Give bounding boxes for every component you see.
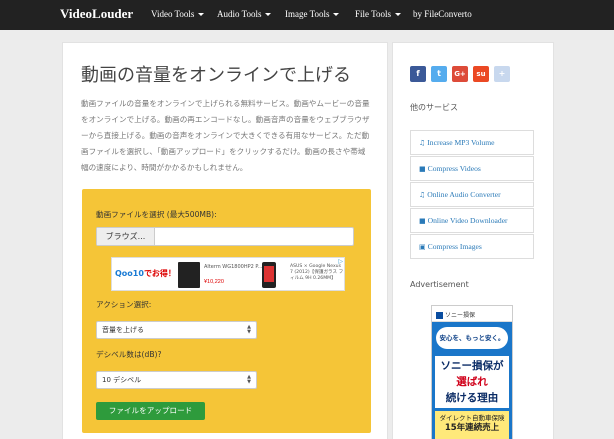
- sony-logo: ソニー損保: [436, 310, 475, 319]
- browse-button[interactable]: ブラウズ...: [97, 228, 155, 245]
- facebook-icon[interactable]: f: [410, 66, 426, 82]
- caret-down-icon: [333, 13, 340, 17]
- googleplus-icon[interactable]: G+: [452, 66, 468, 82]
- stumbleupon-icon[interactable]: su: [473, 66, 489, 82]
- banner-headline: ソニー損保が 選ばれ 続ける理由: [435, 356, 509, 408]
- caret-down-icon: [198, 13, 205, 17]
- file-input[interactable]: ブラウズ...: [96, 227, 354, 246]
- nav-image-tools[interactable]: Image Tools: [285, 9, 340, 19]
- qoo10-logo: Qoo10でお得！: [115, 269, 176, 278]
- nav-video-tools[interactable]: Video Tools: [151, 9, 205, 19]
- nav-by-fileconverto[interactable]: by FileConverto: [413, 9, 472, 19]
- advertisement-heading: Advertisement: [410, 280, 469, 289]
- link-compress-videos[interactable]: ■ Compress Videos: [410, 156, 534, 181]
- link-increase-mp3-volume[interactable]: ♫ Increase MP3 Volume: [410, 130, 534, 155]
- music-icon: ♫: [419, 139, 426, 147]
- image-icon: ▣: [419, 243, 426, 251]
- video-icon: ■: [419, 165, 426, 173]
- page-title: 動画の音量をオンラインで上げる: [81, 65, 351, 86]
- select-arrows-icon: ▲ ▼: [247, 324, 251, 335]
- insurance-banner-ad[interactable]: ソニー損保 安心を、もっと安く。 ソニー損保が 選ばれ 続ける理由 ダイレクト自…: [431, 305, 513, 439]
- brand-logo[interactable]: VideoLouder: [60, 6, 133, 22]
- ad-product-name: Alterm WG1800HP2 P...: [204, 264, 263, 270]
- music-icon: ♫: [419, 191, 426, 199]
- upload-button[interactable]: ファイルをアップロード: [96, 402, 205, 420]
- top-navbar: VideoLouder Video Tools Audio Tools Imag…: [0, 0, 614, 30]
- other-services-heading: 他のサービス: [410, 103, 458, 112]
- ad-price: ¥10,220: [204, 279, 224, 285]
- banner-header: ソニー損保: [432, 306, 512, 322]
- nav-file-tools[interactable]: File Tools: [355, 9, 401, 19]
- caret-down-icon: [394, 13, 401, 17]
- adchoices-icon[interactable]: ▷: [338, 258, 343, 265]
- page-description: 動画ファイルの音量をオンラインで上げられる無料サービス。動画やムービーの音量をオ…: [81, 99, 370, 172]
- sidebar: f t G+ su + 他のサービス ♫ Increase MP3 Volume …: [392, 42, 554, 439]
- file-label: 動画ファイルを選択 (最大500MB):: [96, 210, 217, 219]
- action-label: アクション選択:: [96, 300, 152, 309]
- main-panel: 動画の音量をオンラインで上げる 動画ファイルの音量をオンラインで上げられる無料サ…: [62, 42, 388, 439]
- share-more-icon[interactable]: +: [494, 66, 510, 82]
- caret-down-icon: [265, 13, 272, 17]
- link-compress-images[interactable]: ▣ Compress Images: [410, 234, 534, 259]
- decibel-label: デシベル数は(dB)?: [96, 350, 162, 359]
- action-select-value: 音量を上げる: [102, 326, 144, 334]
- link-online-video-downloader[interactable]: ■ Online Video Downloader: [410, 208, 534, 233]
- nav-audio-tools[interactable]: Audio Tools: [217, 9, 272, 19]
- twitter-icon[interactable]: t: [431, 66, 447, 82]
- decibel-select[interactable]: 10 デシベル ▲ ▼: [96, 371, 257, 389]
- banner-tagline: 安心を、もっと安く。: [436, 327, 508, 349]
- tablet-image: [262, 262, 276, 288]
- link-online-audio-converter[interactable]: ♫ Online Audio Converter: [410, 182, 534, 207]
- banner-body: 安心を、もっと安く。 ソニー損保が 選ばれ 続ける理由 ダイレクト自動車保険 1…: [432, 322, 512, 439]
- upload-form: 動画ファイルを選択 (最大500MB): ブラウズ... Qoo10でお得！ A…: [82, 189, 371, 433]
- product-ad[interactable]: Qoo10でお得！ Alterm WG1800HP2 P... ¥10,220 …: [111, 257, 345, 291]
- router-image: [178, 262, 200, 288]
- select-arrows-icon: ▲ ▼: [247, 374, 251, 385]
- ad-product-name-2: ASUS × Google Nexus 7 (2012)【保護ガラス フィルム …: [290, 264, 344, 281]
- banner-subtext: ダイレクト自動車保険 15年連続売上: [435, 411, 509, 439]
- video-icon: ■: [419, 217, 426, 225]
- decibel-select-value: 10 デシベル: [102, 376, 142, 384]
- action-select[interactable]: 音量を上げる ▲ ▼: [96, 321, 257, 339]
